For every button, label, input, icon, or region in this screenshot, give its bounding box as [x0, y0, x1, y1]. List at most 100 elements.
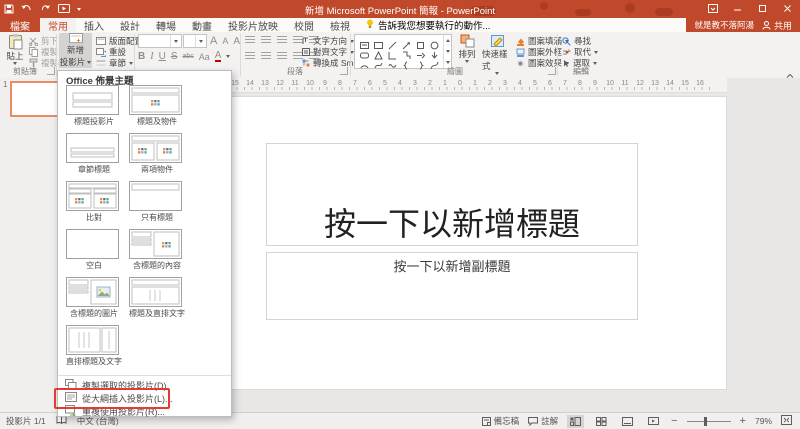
paste-button[interactable]: 貼上	[3, 33, 27, 65]
quick-styles-icon	[490, 34, 505, 48]
layout-option[interactable]: 含標題的圖片	[66, 277, 124, 325]
tab-file[interactable]: 檔案	[0, 18, 40, 32]
ruler-number: 14	[246, 80, 254, 87]
gallery-more-icon[interactable]	[446, 61, 450, 64]
section-button[interactable]: 章節	[96, 57, 133, 69]
zoom-in-button[interactable]: +	[740, 415, 746, 427]
title-placeholder[interactable]: 按一下以新增標題	[266, 143, 638, 246]
slide-indicator: 投影片 1/1	[6, 415, 46, 427]
clipboard-dialog-launcher-icon[interactable]	[47, 67, 55, 75]
comments-button[interactable]: 註解	[528, 415, 558, 427]
font-size-combobox[interactable]	[183, 34, 207, 48]
shrink-font-button[interactable]: A	[222, 36, 228, 46]
layout-thumbnail	[66, 133, 119, 163]
ribbon-display-options-icon[interactable]	[700, 0, 725, 16]
ruler-number: 10	[606, 80, 614, 87]
shapes-gallery[interactable]	[354, 34, 452, 69]
layout-option[interactable]: 章節標題	[66, 133, 124, 181]
layout-label: 比對	[66, 212, 122, 223]
maximize-icon[interactable]	[750, 0, 775, 16]
ruler-number: 13	[651, 80, 659, 87]
align-right-icon[interactable]	[277, 52, 287, 60]
decrease-indent-icon[interactable]	[277, 36, 287, 44]
layout-option[interactable]: 標題及直排文字	[129, 277, 187, 325]
subtitle-placeholder[interactable]: 按一下以新增副標題	[266, 252, 638, 320]
align-left-icon[interactable]	[245, 52, 255, 60]
ruler-number: 5	[533, 80, 537, 87]
layout-label: 含標題的內容	[129, 260, 185, 271]
layout-option[interactable]: 空白	[66, 229, 124, 277]
ribbon-tab[interactable]: 校閱	[286, 18, 322, 32]
ribbon-tab[interactable]: 動畫	[184, 18, 220, 32]
align-center-icon[interactable]	[261, 52, 271, 60]
new-slide-button[interactable]: 新增 投影片	[59, 33, 92, 68]
layout-option[interactable]: 直排標題及文字	[66, 325, 124, 373]
collapse-ribbon-icon[interactable]	[786, 66, 794, 84]
layout-thumbnail	[129, 85, 182, 115]
ruler-number: 10	[306, 80, 314, 87]
ribbon-tab[interactable]: 設計	[112, 18, 148, 32]
layout-option[interactable]: 標題及物件	[129, 85, 187, 133]
zoom-percent[interactable]: 79%	[755, 416, 772, 426]
bold-button[interactable]: B	[138, 51, 145, 62]
layout-thumbnail	[66, 325, 119, 355]
slide-sorter-view-button[interactable]	[593, 415, 610, 428]
text-shadow-button[interactable]: abc	[182, 53, 193, 60]
layout-option[interactable]: 只有標題	[129, 181, 187, 229]
minimize-icon[interactable]	[725, 0, 750, 16]
arrange-button[interactable]: 排列	[454, 34, 480, 63]
grow-font-button[interactable]: A	[210, 35, 217, 47]
window-title: 新增 Microsoft PowerPoint 簡報 - PowerPoint	[0, 3, 800, 17]
layout-label: 標題及物件	[129, 116, 185, 127]
ruler-number: 8	[578, 80, 582, 87]
notes-icon	[482, 417, 491, 426]
layout-option[interactable]: 標題投影片	[66, 85, 124, 133]
font-name-combobox[interactable]	[138, 34, 182, 48]
ribbon-tab[interactable]: 檢視	[322, 18, 358, 32]
drawing-dialog-launcher-icon[interactable]	[548, 67, 556, 75]
ruler-number: 7	[353, 80, 357, 87]
notes-button[interactable]: 備忘稿	[482, 415, 520, 427]
zoom-slider[interactable]	[687, 415, 731, 428]
layout-label: 標題及直排文字	[129, 308, 185, 319]
lightbulb-icon	[366, 19, 374, 32]
layout-option[interactable]: 含標題的內容	[129, 229, 187, 277]
zoom-slider-thumb[interactable]	[704, 417, 707, 426]
ribbon-tab[interactable]: 轉場	[148, 18, 184, 32]
ruler-number: 4	[518, 80, 522, 87]
font-color-button[interactable]: A	[215, 51, 222, 62]
layout-option[interactable]: 比對	[66, 181, 124, 229]
change-case-button[interactable]: Aa	[199, 52, 210, 62]
user-name[interactable]: 就是教不落阿湯	[694, 19, 754, 31]
italic-button[interactable]: I	[150, 51, 153, 62]
bullets-icon[interactable]	[245, 36, 255, 44]
underline-button[interactable]: U	[159, 51, 166, 62]
dropdown-arrow-icon	[87, 61, 91, 64]
scroll-up-icon[interactable]	[446, 39, 450, 42]
dropdown-arrow-icon	[13, 62, 17, 65]
numbering-icon[interactable]	[261, 36, 271, 44]
ruler-number: 12	[636, 80, 644, 87]
shapes-gallery-scroll[interactable]	[443, 35, 451, 68]
reading-view-button[interactable]	[619, 415, 636, 428]
slideshow-view-button[interactable]	[645, 415, 662, 428]
tell-me-box[interactable]: 告訴我您想要執行的動作...	[358, 18, 498, 32]
zoom-out-button[interactable]: −	[671, 415, 677, 427]
close-icon[interactable]	[775, 0, 800, 16]
paragraph-dialog-launcher-icon[interactable]	[340, 67, 348, 75]
ruler-number: 12	[276, 80, 284, 87]
ribbon-tab[interactable]: 常用	[40, 18, 76, 32]
shape-fill-icon	[516, 37, 525, 46]
strikethrough-button[interactable]: S	[171, 51, 178, 62]
ribbon-tab[interactable]: 投影片放映	[220, 18, 286, 32]
fit-to-window-icon[interactable]	[781, 415, 792, 427]
drawing-group-label: 繪圖	[390, 66, 520, 77]
ribbon-tab[interactable]: 插入	[76, 18, 112, 32]
normal-view-button[interactable]	[567, 415, 584, 428]
scroll-down-icon[interactable]	[446, 50, 450, 53]
share-button[interactable]: 共用	[762, 19, 792, 32]
layout-thumbnail	[66, 85, 119, 115]
text-direction-icon	[302, 37, 310, 45]
layout-label: 含標題的圖片	[66, 308, 122, 319]
layout-option[interactable]: 兩項物件	[129, 133, 187, 181]
